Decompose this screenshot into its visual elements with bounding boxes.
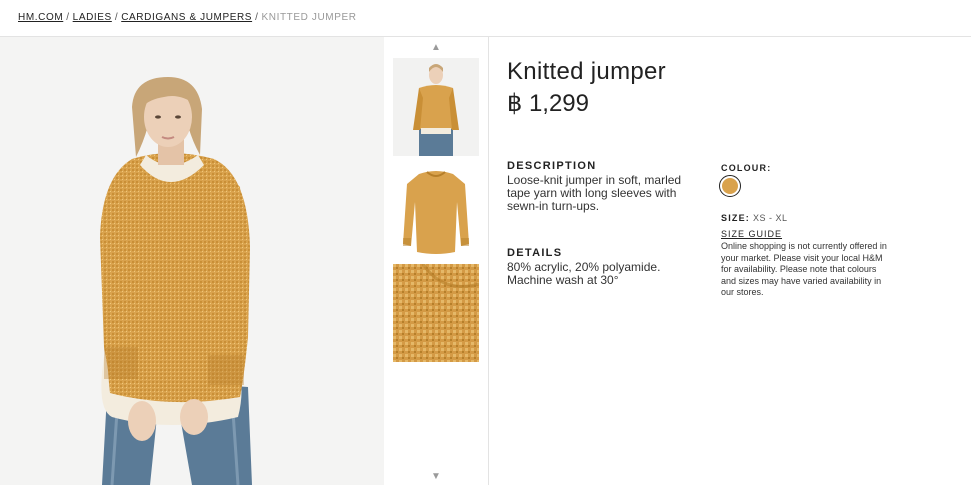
availability-notice: Online shopping is not currently offered… xyxy=(721,241,887,297)
size-heading: SIZE: xyxy=(721,213,751,223)
thumbnail-jumper-flat[interactable] xyxy=(393,162,479,260)
breadcrumb-link-cardigans[interactable]: CARDIGANS & JUMPERS xyxy=(121,12,252,23)
description-text: Loose-knit jumper in soft, marled tape y… xyxy=(507,173,682,213)
knit-texture-illustration xyxy=(393,264,479,362)
description-heading: DESCRIPTION xyxy=(507,160,597,172)
size-range: XS - XL xyxy=(753,213,788,223)
details-text: 80% acrylic, 20% polyamide. Machine wash… xyxy=(507,260,661,287)
scroll-down-icon[interactable]: ▼ xyxy=(384,471,488,482)
colour-heading: COLOUR: xyxy=(721,163,772,173)
colour-swatch-fill xyxy=(722,178,738,194)
main-product-image[interactable] xyxy=(0,37,384,485)
breadcrumb-separator: / xyxy=(66,12,70,23)
size-section: SIZE: XS - XL xyxy=(721,213,788,223)
colour-swatch[interactable] xyxy=(719,175,741,197)
colour-section: COLOUR: xyxy=(719,163,772,197)
breadcrumb-separator: / xyxy=(255,12,259,23)
scroll-up-icon[interactable]: ▲ xyxy=(384,42,488,53)
thumbnail-knit-closeup[interactable] xyxy=(393,264,479,362)
model-thumb-illustration xyxy=(393,58,479,156)
model-illustration xyxy=(100,77,252,485)
description-section: DESCRIPTION Loose-knit jumper in soft, m… xyxy=(507,160,702,213)
thumbnail-strip: ▲ ▼ xyxy=(384,37,488,485)
product-title: Knitted jumper xyxy=(507,58,666,85)
product-price: ฿ 1,299 xyxy=(507,90,589,117)
breadcrumb-link-ladies[interactable]: LADIES xyxy=(73,12,112,23)
breadcrumb-current: KNITTED JUMPER xyxy=(261,12,357,23)
jumper-flat-illustration xyxy=(393,162,479,260)
column-divider xyxy=(488,37,489,485)
breadcrumb-link-hm[interactable]: HM.COM xyxy=(18,12,63,23)
thumbnail-model-front[interactable] xyxy=(393,58,479,156)
breadcrumb-separator: / xyxy=(114,12,119,23)
breadcrumb: HM.COM / LADIES / CARDIGANS & JUMPERS / KNITTE… xyxy=(18,12,357,23)
details-heading: DETAILS xyxy=(507,247,563,259)
details-section: DETAILS 80% acrylic, 20% polyamide. Mach… xyxy=(507,247,702,287)
size-guide-link[interactable]: SIZE GUIDE xyxy=(721,229,782,239)
